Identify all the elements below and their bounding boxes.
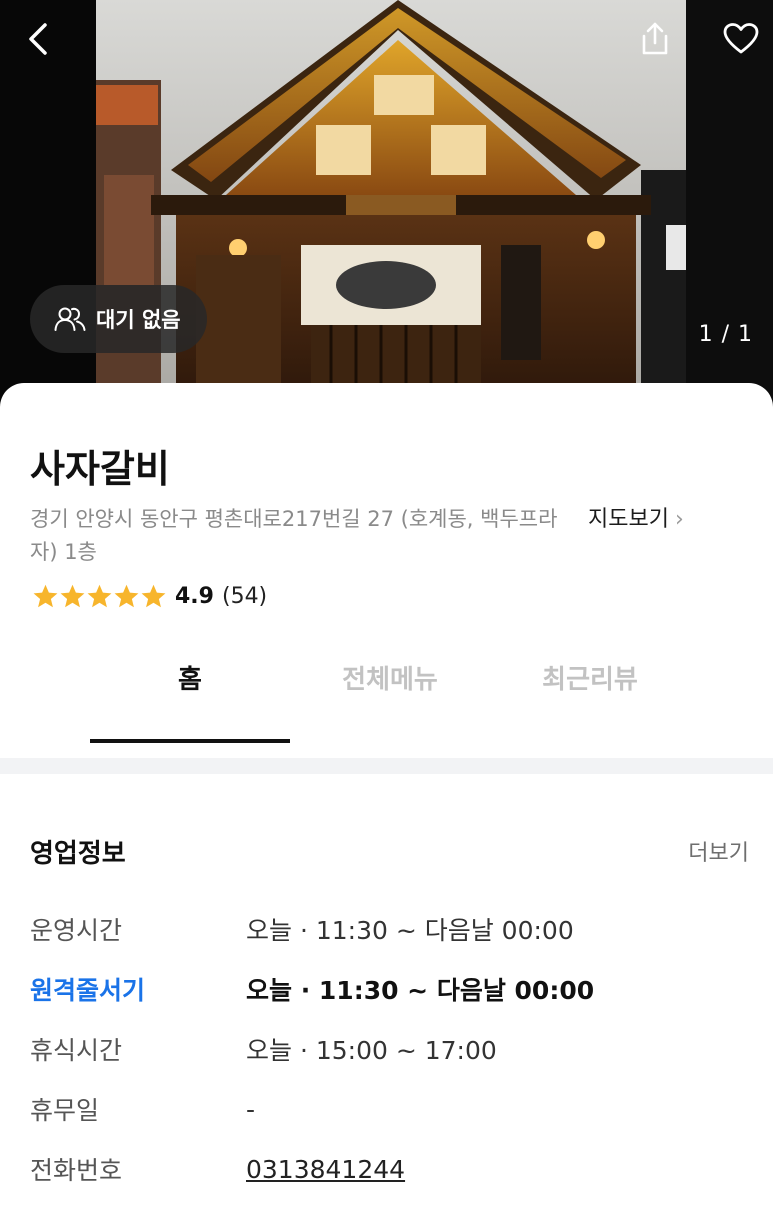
favorite-button[interactable] [716,14,766,64]
info-label: 휴무일 [30,1096,100,1125]
wait-status-text: 대기 없음 [96,308,181,332]
tab-full-menu[interactable]: 전체메뉴 [290,633,490,743]
back-button[interactable] [14,14,64,64]
info-label: 운영시간 [30,916,123,945]
info-label: 전화번호 [30,1156,123,1185]
info-value: 오늘 · 15:00 ~ 17:00 [246,1036,497,1065]
chevron-right-icon: › [674,507,684,532]
star-icon [33,584,58,608]
rating-stars [32,583,167,610]
business-info-more-link[interactable]: 더보기 [688,835,749,867]
info-row-hours: 운영시간 오늘 · 11:30 ~ 다음날 00:00 [30,909,750,949]
heart-icon [723,23,759,54]
map-view-label: 지도보기 [588,507,669,532]
share-button[interactable] [630,14,680,64]
share-icon [642,22,668,55]
store-name: 사자갈비 [30,447,170,491]
people-icon [54,307,86,331]
phone-number-link[interactable]: 0313841244 [246,1155,405,1184]
tab-home[interactable]: 홈 [90,633,290,743]
rating-summary[interactable]: 4.9 (54) [32,583,267,610]
star-icon [141,584,166,608]
business-info-title: 영업정보 [30,839,126,869]
star-icon [60,584,85,608]
info-value: 오늘 · 11:30 ~ 다음날 00:00 [246,976,595,1005]
info-row-phone: 전화번호 0313841244 [30,1149,750,1189]
info-row-closed-days: 휴무일 - [30,1089,750,1129]
review-count: (54) [221,584,268,609]
star-icon [114,584,139,608]
back-arrow-icon [29,23,47,55]
info-row-remote-queue: 원격줄서기 오늘 · 11:30 ~ 다음날 00:00 [30,969,750,1009]
store-detail-sheet: 사자갈비 경기 안양시 동안구 평촌대로217번길 27 (호계동, 백두프라자… [0,383,773,1229]
section-divider [0,758,773,774]
map-view-link[interactable]: 지도보기 › [588,503,684,536]
store-address: 경기 안양시 동안구 평촌대로217번길 27 (호계동, 백두프라자) 1층 [30,507,558,564]
photo-counter: 1 / 1 [698,322,753,347]
info-label: 원격줄서기 [30,976,146,1005]
info-value: - [246,1094,256,1124]
tab-recent-reviews[interactable]: 최근리뷰 [490,633,690,743]
tab-bar: 홈 전체메뉴 최근리뷰 [90,633,690,743]
store-photo-hero[interactable]: 대기 없음 1 / 1 [0,0,773,410]
info-row-break-time: 휴식시간 오늘 · 15:00 ~ 17:00 [30,1029,750,1069]
info-value: 오늘 · 11:30 ~ 다음날 00:00 [246,916,574,945]
rating-score: 4.9 [175,584,214,609]
star-icon [87,584,112,608]
wait-status-badge: 대기 없음 [30,285,207,353]
info-label: 휴식시간 [30,1036,123,1065]
